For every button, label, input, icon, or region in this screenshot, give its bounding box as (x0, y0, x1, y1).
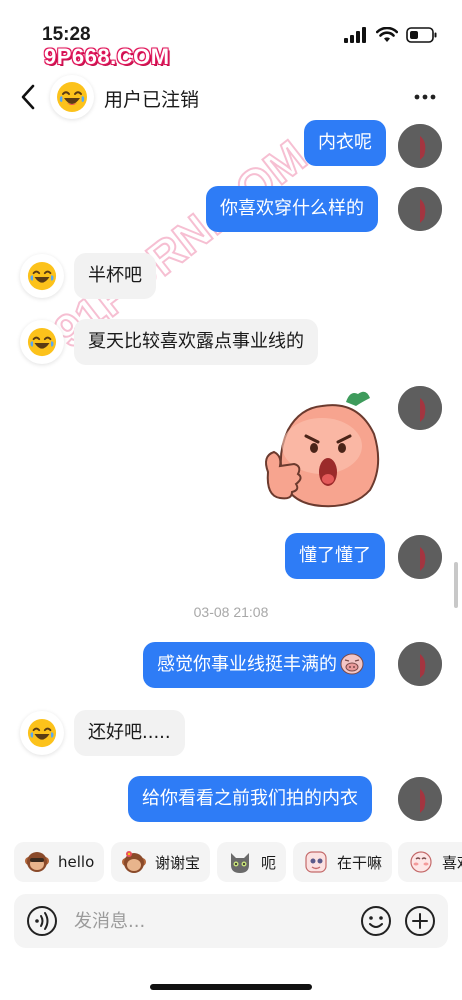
message-text: 你喜欢穿什么样的 (220, 198, 364, 219)
monkey-icon (25, 852, 49, 872)
watermark-logo: 9P668.COM (44, 44, 170, 69)
home-indicator (150, 984, 312, 990)
grinning-pig-emoji-icon (340, 653, 364, 675)
contact-avatar[interactable] (20, 711, 64, 755)
quick-reply-chip[interactable]: 喜欢 (398, 842, 462, 882)
message-text: 还好吧..... (88, 722, 171, 743)
quick-reply-chip[interactable]: 谢谢宝 (111, 842, 211, 882)
scrollbar-thumb[interactable] (454, 562, 458, 608)
self-avatar[interactable] (398, 642, 442, 686)
quick-reply-chip[interactable]: 呃 (217, 842, 287, 882)
user-photo-icon (398, 386, 442, 430)
message-input[interactable] (74, 902, 354, 940)
laughing-emoji-icon (57, 82, 87, 112)
quick-reply-label: 谢谢宝 (155, 853, 201, 872)
message-text: 懂了懂了 (299, 545, 371, 566)
message-bubble-incoming[interactable]: 夏天比较喜欢露点事业线的 (74, 319, 318, 365)
message-bubble-outgoing[interactable]: 你喜欢穿什么样的 (206, 186, 378, 232)
battery-icon (406, 27, 437, 43)
quick-reply-chip[interactable]: hello (14, 842, 105, 882)
cat-icon (231, 853, 249, 873)
laughing-emoji-icon (27, 261, 57, 291)
chat-title: 用户已注销 (104, 89, 200, 111)
message-bubble-outgoing[interactable]: 懂了懂了 (285, 533, 385, 579)
message-text: 夏天比较喜欢露点事业线的 (88, 331, 304, 352)
voice-input-icon[interactable] (26, 905, 58, 937)
more-dots-icon (414, 94, 436, 100)
message-input-bar (14, 894, 448, 948)
self-avatar[interactable] (398, 187, 442, 231)
monkey-flower-icon (122, 851, 146, 873)
message-text: 内衣呢 (318, 132, 372, 153)
more-options-button[interactable] (410, 84, 440, 110)
status-icons (344, 27, 438, 43)
message-bubble-incoming[interactable]: 还好吧..... (74, 710, 185, 756)
blush-face-icon (410, 851, 432, 873)
status-time: 15:28 (42, 24, 91, 45)
message-bubble-incoming[interactable]: 半杯吧 (74, 253, 156, 299)
user-photo-icon (398, 777, 442, 821)
quick-reply-label: 呃 (261, 853, 277, 872)
laughing-emoji-icon (27, 718, 57, 748)
self-avatar[interactable] (398, 777, 442, 821)
user-photo-icon (398, 535, 442, 579)
chat-header: 用户已注销 (0, 70, 462, 124)
message-timestamp: 03-08 21:08 (193, 604, 269, 620)
contact-avatar[interactable] (20, 320, 64, 364)
self-avatar[interactable] (398, 386, 442, 430)
peach-thumbs-up-sticker[interactable] (258, 386, 388, 512)
message-text: 半杯吧 (88, 265, 142, 286)
chevron-left-icon (21, 84, 35, 110)
laughing-emoji-icon (27, 327, 57, 357)
message-bubble-outgoing[interactable]: 内衣呢 (304, 120, 386, 166)
quick-reply-chip[interactable]: 在干嘛 (293, 842, 393, 882)
contact-avatar[interactable] (20, 254, 64, 298)
quick-reply-bar: hello 谢谢宝 呃 在干嘛 喜欢 (0, 840, 462, 884)
peeking-face-icon (305, 851, 327, 873)
signal-icon (344, 27, 366, 43)
plus-icon[interactable] (404, 905, 436, 937)
quick-reply-label: 喜欢 (442, 853, 462, 872)
message-bubble-outgoing[interactable]: 给你看看之前我们拍的内衣 (128, 776, 372, 822)
self-avatar[interactable] (398, 535, 442, 579)
wifi-icon (376, 27, 398, 42)
quick-reply-label: hello (58, 853, 95, 871)
message-bubble-outgoing[interactable]: 感觉你事业线挺丰满的 (143, 642, 375, 688)
status-bar: 15:28 (0, 0, 462, 50)
emoji-icon[interactable] (360, 905, 392, 937)
self-avatar[interactable] (398, 124, 442, 168)
user-photo-icon (398, 124, 442, 168)
user-photo-icon (398, 187, 442, 231)
back-button[interactable] (14, 80, 42, 114)
user-photo-icon (398, 642, 442, 686)
message-text: 给你看看之前我们拍的内衣 (142, 788, 358, 809)
message-text: 感觉你事业线挺丰满的 (157, 654, 337, 675)
quick-reply-label: 在干嘛 (337, 853, 383, 872)
contact-avatar[interactable] (50, 75, 94, 119)
